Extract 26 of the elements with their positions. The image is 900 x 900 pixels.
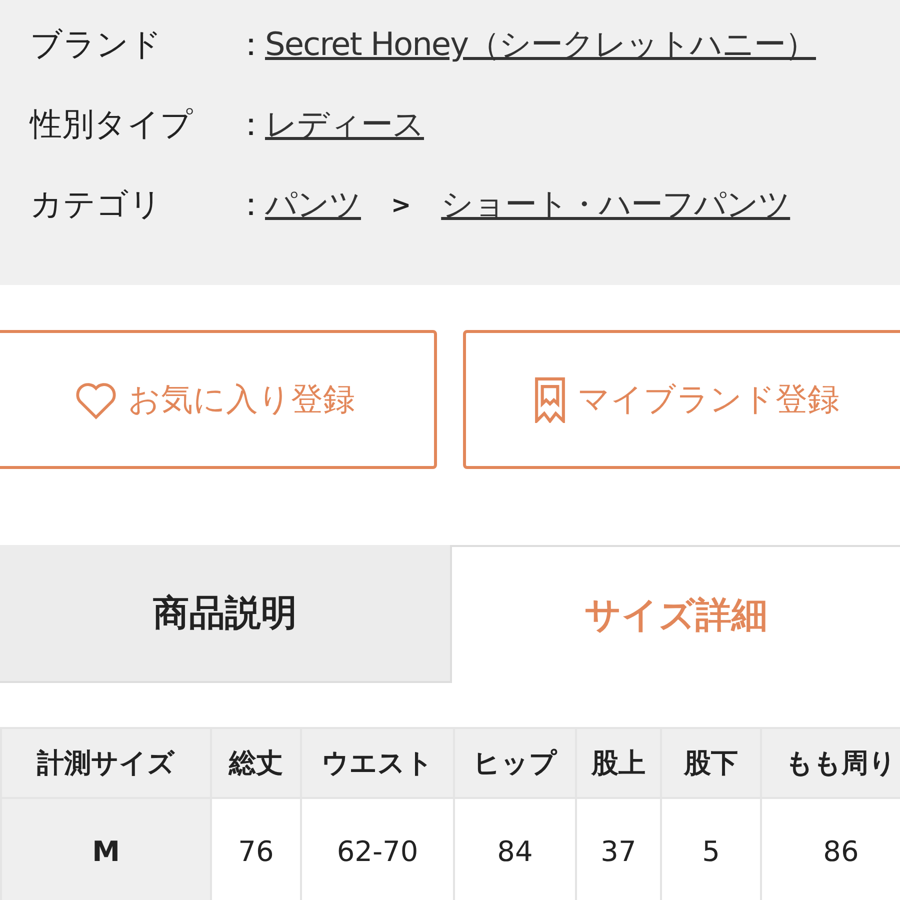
table-cell: 84 — [454, 798, 576, 900]
table-cell: 37 — [576, 798, 661, 900]
column-header: ヒップ — [454, 728, 576, 798]
field-label: 性別タイプ — [30, 104, 194, 145]
colon: ： — [235, 184, 265, 225]
field-link[interactable]: Secret Honey（シークレットハニー） — [265, 23, 816, 67]
colon: ： — [235, 24, 265, 65]
column-header: 計測サイズ — [1, 728, 211, 798]
field-label: カテゴリ — [30, 184, 163, 225]
field-link[interactable]: レディース — [265, 103, 424, 147]
field-link[interactable]: パンツ — [265, 183, 361, 227]
column-header: ウエスト — [301, 728, 454, 798]
colon: ： — [235, 104, 265, 145]
field-link[interactable]: ショート・ハーフパンツ — [441, 183, 790, 227]
column-header: 総丈 — [211, 728, 301, 798]
table-cell: 76 — [211, 798, 301, 900]
column-header: もも周り — [761, 728, 900, 798]
tab[interactable]: 商品説明 — [0, 545, 452, 683]
table-cell: 86 — [761, 798, 900, 900]
table-cell: M — [1, 798, 211, 900]
column-header: 股下 — [661, 728, 761, 798]
field-label: ブランド — [30, 24, 163, 65]
table-cell: 62-70 — [301, 798, 454, 900]
column-header: 股上 — [576, 728, 661, 798]
table-cell: 5 — [661, 798, 761, 900]
separator: > — [391, 191, 412, 219]
